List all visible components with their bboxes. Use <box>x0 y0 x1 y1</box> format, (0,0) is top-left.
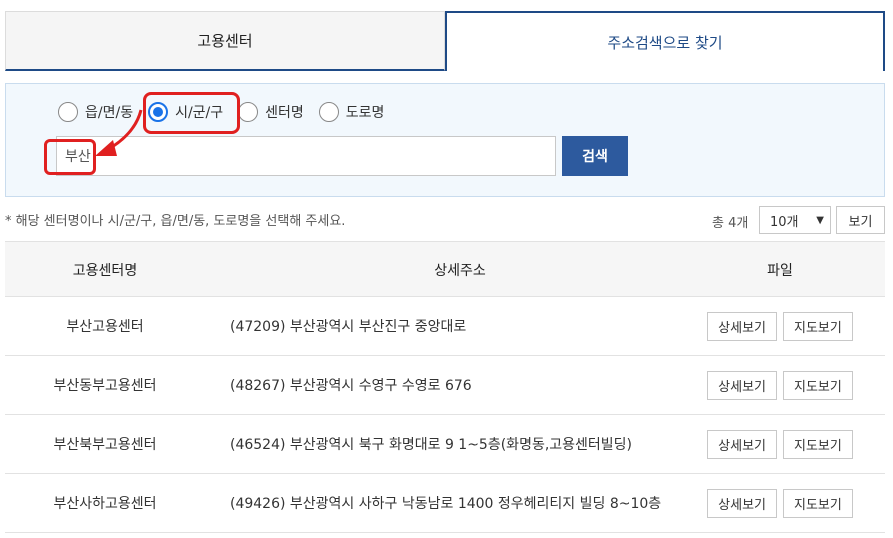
table-row: 부산동부고용센터 (48267) 부산광역시 수영구 수영로 676 상세보기 … <box>5 356 885 415</box>
notice-text: * 해당 센터명이나 시/군/구, 읍/면/동, 도로명을 선택해 주세요. <box>5 214 346 229</box>
radio-label: 읍/면/동 <box>85 105 134 121</box>
file-actions: 상세보기 지도보기 <box>695 297 865 355</box>
center-address: (48267) 부산광역시 수영구 수영로 676 <box>230 378 472 394</box>
radio-road-name[interactable]: 도로명 <box>318 102 385 122</box>
file-actions: 상세보기 지도보기 <box>695 474 865 532</box>
results-table: 고용센터명 상세주소 파일 부산고용센터 (47209) 부산광역시 부산진구 … <box>5 241 885 533</box>
table-row: 부산사하고용센터 (49426) 부산광역시 사하구 낙동남로 1400 정우헤… <box>5 474 885 533</box>
radio-label: 도로명 <box>345 105 385 121</box>
header-address: 상세주소 <box>434 263 486 279</box>
center-address: (46524) 부산광역시 북구 화명대로 9 1~5층(화명동,고용센터빌딩) <box>230 437 633 453</box>
radio-button-icon[interactable] <box>238 102 259 122</box>
map-view-button[interactable]: 지도보기 <box>783 429 853 459</box>
center-name: 부산동부고용센터 <box>53 378 157 394</box>
map-view-button[interactable]: 지도보기 <box>783 488 853 518</box>
radio-label: 센터명 <box>265 105 304 121</box>
file-actions: 상세보기 지도보기 <box>695 356 865 414</box>
radio-eup-myeon-dong[interactable]: 읍/면/동 <box>58 102 133 122</box>
radio-button-icon[interactable] <box>318 102 339 122</box>
map-view-button[interactable]: 지도보기 <box>783 370 853 400</box>
table-header: 고용센터명 상세주소 파일 <box>5 241 885 297</box>
view-button[interactable]: 보기 <box>836 206 885 234</box>
radio-center-name[interactable]: 센터명 <box>238 102 304 122</box>
detail-view-button[interactable]: 상세보기 <box>707 429 777 459</box>
file-actions: 상세보기 지도보기 <box>695 415 865 473</box>
page-size-value: 10개 <box>770 214 799 230</box>
center-address: (47209) 부산광역시 부산진구 중앙대로 <box>230 319 467 335</box>
detail-view-button[interactable]: 상세보기 <box>707 488 777 518</box>
center-address: (49426) 부산광역시 사하구 낙동남로 1400 정우헤리티지 빌딩 8~… <box>230 496 662 512</box>
radio-button-icon[interactable] <box>58 102 78 122</box>
search-panel: 읍/면/동 시/군/구 센터명 도로명 검색 <box>5 83 885 197</box>
header-file: 파일 <box>767 263 793 279</box>
center-name: 부산고용센터 <box>66 319 144 335</box>
detail-view-button[interactable]: 상세보기 <box>707 311 777 341</box>
header-center-name: 고용센터명 <box>72 263 138 279</box>
search-type-radio-group: 읍/면/동 시/군/구 센터명 도로명 <box>58 102 396 122</box>
total-count: 총 4개 <box>712 216 749 231</box>
tab-address-search[interactable]: 주소검색으로 찾기 <box>445 11 885 71</box>
radio-label: 시/군/구 <box>175 105 224 121</box>
page-size-select[interactable]: 10개 ▼ <box>759 206 831 234</box>
radio-si-gun-gu[interactable]: 시/군/구 <box>148 102 223 122</box>
center-name: 부산사하고용센터 <box>53 496 157 512</box>
radio-button-checked-icon[interactable] <box>148 102 169 122</box>
detail-view-button[interactable]: 상세보기 <box>707 370 777 400</box>
table-row: 부산북부고용센터 (46524) 부산광역시 북구 화명대로 9 1~5층(화명… <box>5 415 885 474</box>
table-row: 부산고용센터 (47209) 부산광역시 부산진구 중앙대로 상세보기 지도보기 <box>5 297 885 356</box>
search-button[interactable]: 검색 <box>562 136 628 176</box>
tab-bar: 고용센터 주소검색으로 찾기 <box>5 11 885 71</box>
map-view-button[interactable]: 지도보기 <box>783 311 853 341</box>
tab-employment-center[interactable]: 고용센터 <box>5 11 445 71</box>
chevron-down-icon: ▼ <box>816 214 824 226</box>
center-name: 부산북부고용센터 <box>53 437 157 453</box>
search-input[interactable] <box>56 136 556 176</box>
